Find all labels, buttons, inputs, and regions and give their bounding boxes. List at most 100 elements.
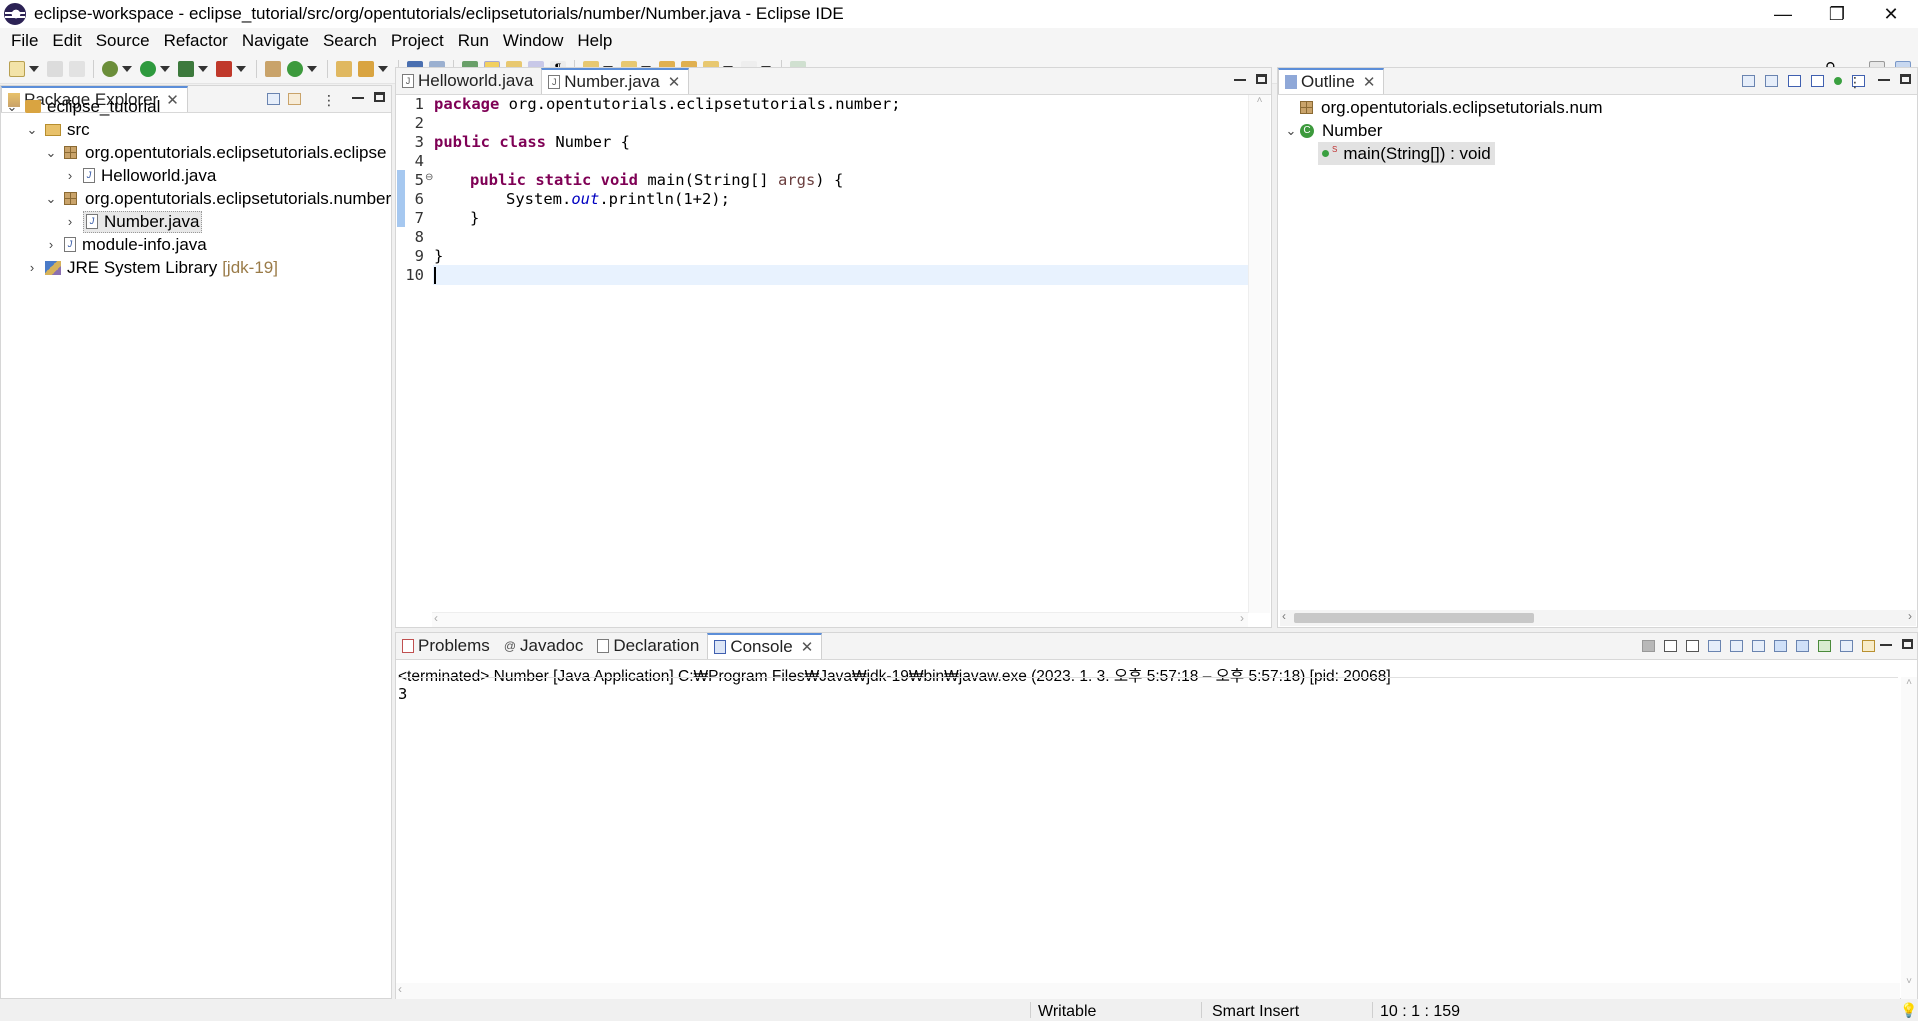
code-line-6[interactable]: System.out.println(1+2); [506,190,730,209]
tree-package-number[interactable]: ⌄ org.opentutorials.eclipsetutorials.num… [44,187,392,210]
minimize-icon[interactable] [1880,644,1892,646]
code-line-3[interactable]: public class Number { [434,133,630,152]
tab-helloworld[interactable]: J Helloworld.java [396,68,541,94]
chevron-down-icon[interactable]: ⌄ [5,99,19,115]
hide-static-icon[interactable] [1811,75,1824,87]
scroll-right-icon[interactable]: › [1908,609,1912,623]
chevron-down-icon[interactable]: ⌄ [25,122,39,138]
sort-icon[interactable] [1765,75,1778,87]
word-wrap-icon[interactable] [1752,640,1765,652]
maximize-icon[interactable] [1256,74,1267,84]
tab-number[interactable]: J Number.java ✕ [541,68,690,94]
tab-outline[interactable]: Outline ✕ [1278,68,1385,94]
tab-problems[interactable]: Problems [396,633,498,659]
show-on-error-icon[interactable] [1796,640,1809,652]
close-button[interactable]: ✕ [1864,0,1918,28]
coverage-icon[interactable] [178,60,194,77]
tree-jre-library[interactable]: › JRE System Library [jdk-19] [25,256,278,279]
scrollbar-thumb[interactable] [1294,613,1534,623]
open-type-icon[interactable] [336,60,352,77]
coverage-dropdown-icon[interactable] [198,65,208,72]
code-line-7[interactable]: } [470,209,479,228]
new-class-dropdown-icon[interactable] [307,65,317,72]
minimize-icon[interactable] [352,97,364,99]
save-icon[interactable] [47,60,63,77]
scroll-down-icon[interactable]: ˅ [1901,976,1917,987]
menu-window[interactable]: Window [496,31,570,51]
restore-button[interactable]: ❐ [1810,0,1864,28]
chevron-right-icon[interactable]: › [44,237,58,252]
hide-nonpublic-icon[interactable] [1834,77,1842,85]
outline-package-declaration[interactable]: org.opentutorials.eclipsetutorials.num [1300,96,1603,119]
tab-console[interactable]: Console ✕ [707,633,823,659]
close-icon[interactable]: ✕ [166,91,179,109]
new-dropdown-icon[interactable] [29,65,39,72]
collapse-all-icon[interactable] [1742,75,1755,87]
chevron-down-icon[interactable]: ⌄ [44,145,58,161]
close-icon[interactable]: ✕ [1363,73,1376,91]
chevron-down-icon[interactable]: ⌄ [44,191,58,207]
outline-class[interactable]: ⌄ C Number [1284,119,1383,142]
horizontal-scrollbar[interactable]: ‹ › [1280,609,1916,626]
display-console-icon[interactable] [1840,640,1853,652]
horizontal-scrollbar[interactable]: ‹ [396,982,1900,999]
remove-launch-icon[interactable] [1664,640,1677,652]
scroll-up-icon[interactable]: ˄ [1249,95,1270,106]
fold-icon[interactable]: ⊖ [425,172,433,183]
menu-refactor[interactable]: Refactor [157,31,235,51]
menu-file[interactable]: File [4,31,45,51]
lightbulb-icon[interactable]: 💡 [1900,1002,1917,1019]
tab-javadoc[interactable]: @ Javadoc [498,633,592,659]
link-with-editor-icon[interactable] [288,93,301,105]
run-dropdown-icon[interactable] [160,65,170,72]
view-menu-icon[interactable]: ⋮ [1848,74,1862,91]
tree-file-number[interactable]: › J Number.java [63,210,203,233]
vertical-scrollbar[interactable]: ˄ [1248,95,1270,613]
horizontal-scrollbar[interactable]: ‹ › [432,611,1248,627]
scroll-left-icon[interactable]: ‹ [1282,609,1286,623]
code-line-9[interactable]: } [434,247,443,266]
hide-fields-icon[interactable] [1788,75,1801,87]
tab-declaration[interactable]: Declaration [591,633,707,659]
close-icon[interactable]: ✕ [668,73,681,91]
search-tool-icon[interactable] [358,60,374,77]
open-console-icon[interactable] [1862,640,1875,652]
tree-package-eclipse[interactable]: ⌄ org.opentutorials.eclipsetutorials.ecl… [44,141,387,164]
tree-module-info[interactable]: › J module-info.java [44,233,207,256]
minimize-icon[interactable] [1878,79,1890,81]
collapse-all-icon[interactable] [267,93,280,105]
chevron-right-icon[interactable]: › [63,214,77,229]
tree-src[interactable]: ⌄ src [25,118,90,141]
console-output[interactable]: 3 [398,685,407,703]
debug-icon[interactable] [102,60,118,77]
run-icon[interactable] [140,60,156,77]
scroll-lock-icon[interactable] [1730,640,1743,652]
menu-source[interactable]: Source [89,31,157,51]
maximize-icon[interactable] [374,92,385,102]
code-line-5[interactable]: public static void main(String[] args) { [470,171,843,190]
debug-dropdown-icon[interactable] [122,65,132,72]
menu-project[interactable]: Project [384,31,451,51]
tree-file-helloworld[interactable]: › J Helloworld.java [63,164,216,187]
status-cursor-position[interactable]: 10 : 1 : 159 [1380,1003,1460,1021]
menu-help[interactable]: Help [570,31,619,51]
code-line-1[interactable]: package org.opentutorials.eclipsetutoria… [434,95,901,114]
maximize-icon[interactable] [1902,639,1913,649]
outline-method[interactable]: S main(String[]) : void [1318,142,1495,165]
scroll-right-icon[interactable]: › [1240,611,1244,625]
search-dropdown-icon[interactable] [378,65,388,72]
chevron-right-icon[interactable]: › [63,168,77,183]
pin-console-icon[interactable] [1818,640,1831,652]
external-tools-dropdown-icon[interactable] [236,65,246,72]
save-all-icon[interactable] [69,60,85,77]
tree-project[interactable]: ⌄ eclipse_tutorial [5,95,161,118]
remove-all-launches-icon[interactable] [1686,640,1699,652]
menu-navigate[interactable]: Navigate [235,31,316,51]
close-icon[interactable]: ✕ [801,638,814,656]
scroll-up-icon[interactable]: ˄ [1901,677,1917,688]
external-tools-icon[interactable] [216,60,232,77]
menu-run[interactable]: Run [451,31,496,51]
scroll-left-icon[interactable]: ‹ [398,982,402,996]
scroll-left-icon[interactable]: ‹ [434,611,438,625]
vertical-scrollbar[interactable]: ˄ ˅ [1901,677,1917,999]
